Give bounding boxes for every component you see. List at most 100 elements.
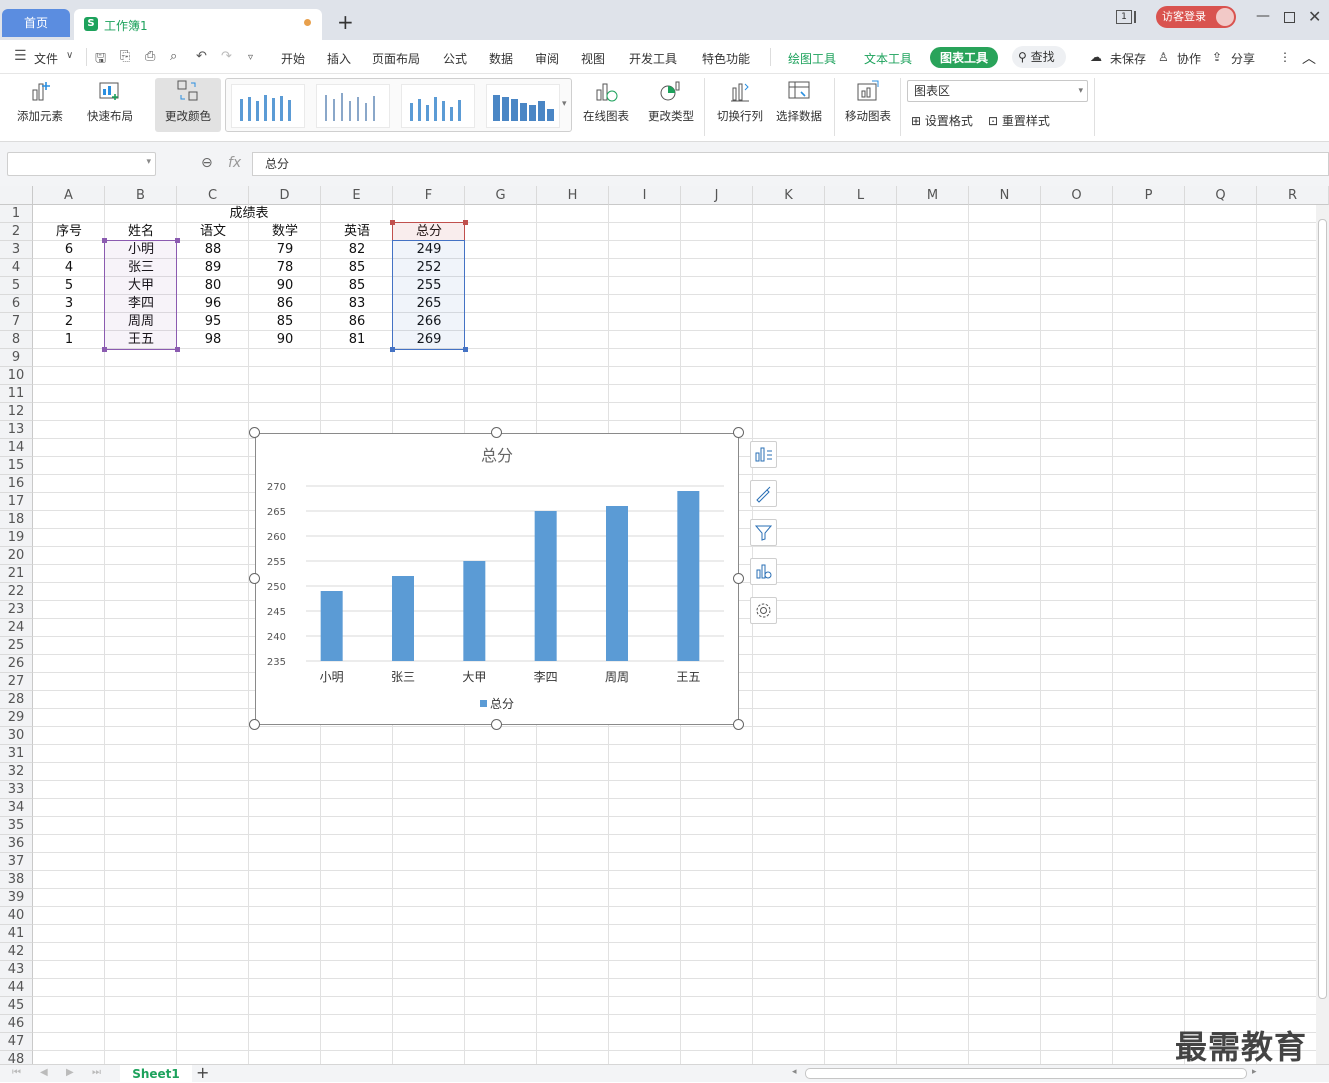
menu-file[interactable]: 文件 (34, 50, 58, 67)
switch-rowcol-button[interactable]: 切换行列 (714, 78, 766, 124)
row-header-23[interactable]: 23 (0, 601, 33, 619)
data-cell[interactable]: 82 (321, 241, 393, 259)
menu-features[interactable]: 特色功能 (702, 50, 750, 67)
online-chart-side-button[interactable] (750, 558, 777, 585)
menu-home[interactable]: 开始 (281, 50, 305, 67)
resize-handle[interactable] (491, 719, 502, 730)
row-header-45[interactable]: 45 (0, 997, 33, 1015)
data-cell[interactable]: 90 (249, 277, 321, 295)
scroll-right-icon[interactable]: ▸ (1252, 1067, 1257, 1077)
row-header-28[interactable]: 28 (0, 691, 33, 709)
more-options-icon[interactable]: ⋮ (1279, 50, 1291, 64)
row-header-40[interactable]: 40 (0, 907, 33, 925)
row-header-2[interactable]: 2 (0, 223, 33, 241)
menu-chart-tools[interactable]: 图表工具 (930, 47, 999, 68)
menu-view[interactable]: 视图 (581, 50, 605, 67)
column-header-a[interactable]: A (33, 186, 105, 205)
data-cell[interactable]: 79 (249, 241, 321, 259)
chart-style-thumbnail[interactable] (486, 84, 560, 128)
row-header-27[interactable]: 27 (0, 673, 33, 691)
data-cell[interactable]: 85 (321, 259, 393, 277)
row-header-7[interactable]: 7 (0, 313, 33, 331)
print-icon[interactable]: ⎙ (145, 49, 155, 64)
gallery-more-icon[interactable]: ▾ (562, 99, 567, 109)
save-icon[interactable]: 🖫 (95, 49, 106, 71)
row-header-39[interactable]: 39 (0, 889, 33, 907)
row-header-11[interactable]: 11 (0, 385, 33, 403)
header-cell[interactable]: 数学 (249, 223, 321, 241)
minimize-icon[interactable]: — (1256, 8, 1270, 24)
format-painter-icon[interactable]: ⎘ (120, 49, 130, 64)
select-data-button[interactable]: 选择数据 (772, 78, 826, 124)
reset-style-button[interactable]: ⊡ 重置样式 (988, 112, 1050, 129)
data-cell[interactable]: 81 (321, 331, 393, 349)
chart-filter-button[interactable] (750, 519, 777, 546)
horizontal-scrollbar[interactable] (805, 1068, 1247, 1079)
zoom-icon[interactable]: ⊖ (201, 155, 213, 171)
row-header-37[interactable]: 37 (0, 853, 33, 871)
chart-settings-button[interactable] (750, 597, 777, 624)
resize-handle[interactable] (491, 427, 502, 438)
resize-handle[interactable] (249, 719, 260, 730)
formula-input[interactable]: 总分 (252, 152, 1329, 176)
column-header-i[interactable]: I (609, 186, 681, 205)
close-icon[interactable]: ✕ (1308, 7, 1321, 26)
chart-area[interactable]: 总分 235 240 245 250 255 260 265 270 小明 张三 大甲 李四 周周 王五 总分 (255, 433, 739, 725)
data-cell[interactable]: 86 (321, 313, 393, 331)
data-cell[interactable]: 86 (249, 295, 321, 313)
chart-style-button[interactable] (750, 480, 777, 507)
data-cell[interactable]: 95 (177, 313, 249, 331)
data-cell[interactable]: 2 (33, 313, 105, 331)
column-header-r[interactable]: R (1257, 186, 1329, 205)
prev-sheet-icon[interactable]: ◀ (40, 1067, 48, 1078)
column-header-h[interactable]: H (537, 186, 609, 205)
header-cell[interactable]: 姓名 (105, 223, 177, 241)
row-header-4[interactable]: 4 (0, 259, 33, 277)
header-cell[interactable]: 语文 (177, 223, 249, 241)
menu-drawing-tools[interactable]: 绘图工具 (788, 50, 836, 67)
column-header-j[interactable]: J (681, 186, 753, 205)
row-header-43[interactable]: 43 (0, 961, 33, 979)
data-cell[interactable]: 89 (177, 259, 249, 277)
range-handle[interactable] (463, 220, 468, 225)
chart-style-thumbnail[interactable] (401, 84, 475, 128)
online-chart-button[interactable]: 在线图表 (576, 78, 636, 124)
column-header-f[interactable]: F (393, 186, 465, 205)
move-chart-button[interactable]: 移动图表 (842, 78, 894, 124)
fx-icon[interactable]: fx (228, 155, 241, 171)
column-header-d[interactable]: D (249, 186, 321, 205)
menu-text-tools[interactable]: 文本工具 (864, 50, 912, 67)
guest-login-button[interactable]: 访客登录 (1156, 6, 1236, 28)
row-header-34[interactable]: 34 (0, 799, 33, 817)
data-cell[interactable]: 83 (321, 295, 393, 313)
change-color-button[interactable]: 更改颜色 (155, 78, 221, 132)
row-header-26[interactable]: 26 (0, 655, 33, 673)
row-header-36[interactable]: 36 (0, 835, 33, 853)
print-preview-icon[interactable]: ⌕ (170, 49, 177, 64)
data-cell[interactable]: 85 (249, 313, 321, 331)
range-handle[interactable] (175, 238, 180, 243)
data-cell[interactable]: 1 (33, 331, 105, 349)
vertical-scroll-thumb[interactable] (1318, 219, 1327, 999)
quick-access-more-icon[interactable]: ▿ (248, 52, 253, 63)
menu-page-layout[interactable]: 页面布局 (372, 50, 420, 67)
chart-style-gallery[interactable]: ▾ (225, 78, 572, 132)
chart-element-select[interactable]: 图表区 ▾ (907, 80, 1088, 102)
resize-handle[interactable] (733, 573, 744, 584)
column-header-o[interactable]: O (1041, 186, 1113, 205)
data-cell[interactable]: 80 (177, 277, 249, 295)
row-header-24[interactable]: 24 (0, 619, 33, 637)
set-format-button[interactable]: ⊞ 设置格式 (911, 112, 973, 129)
range-handle[interactable] (102, 347, 107, 352)
column-header-e[interactable]: E (321, 186, 393, 205)
data-cell[interactable]: 6 (33, 241, 105, 259)
row-header-3[interactable]: 3 (0, 241, 33, 259)
next-sheet-icon[interactable]: ▶ (66, 1067, 74, 1078)
row-header-12[interactable]: 12 (0, 403, 33, 421)
header-cell[interactable]: 英语 (321, 223, 393, 241)
resize-handle[interactable] (733, 719, 744, 730)
menu-insert[interactable]: 插入 (327, 50, 351, 67)
row-header-19[interactable]: 19 (0, 529, 33, 547)
resize-handle[interactable] (249, 427, 260, 438)
data-cell[interactable]: 98 (177, 331, 249, 349)
